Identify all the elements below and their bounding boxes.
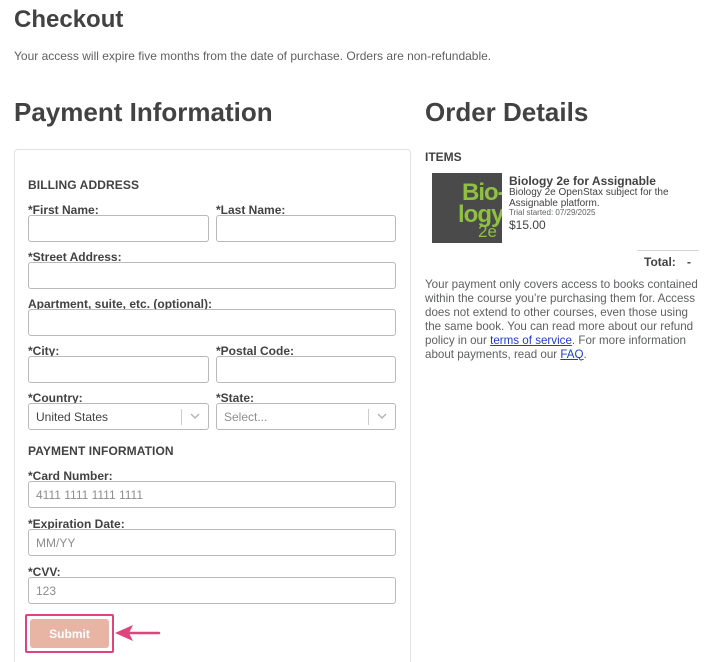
payment-heading: Payment Information <box>14 97 273 127</box>
expiration-date-input[interactable] <box>28 529 396 556</box>
page-subtitle: Your access will expire five months from… <box>14 49 492 63</box>
submit-highlight-box: Submit <box>25 614 114 653</box>
book-cover-text: 2e <box>478 222 497 241</box>
first-name-input[interactable] <box>28 215 209 242</box>
country-select[interactable]: United States <box>28 403 209 430</box>
item-name: Biology 2e for Assignable <box>509 174 656 188</box>
payment-notice: Your payment only covers access to books… <box>425 278 700 361</box>
select-separator <box>181 409 182 425</box>
state-select[interactable]: Select... <box>216 403 396 430</box>
cvv-input[interactable] <box>28 577 396 604</box>
order-heading: Order Details <box>425 97 589 127</box>
item-price: $15.00 <box>509 218 546 232</box>
item-trial-date: Trial started: 07/29/2025 <box>509 208 596 217</box>
total-divider <box>637 250 699 251</box>
select-separator <box>368 409 369 425</box>
state-select-placeholder: Select... <box>224 410 268 424</box>
postal-code-input[interactable] <box>216 356 396 383</box>
billing-address-title: BILLING ADDRESS <box>28 178 140 192</box>
items-title: ITEMS <box>425 150 462 164</box>
faq-link[interactable]: FAQ <box>560 348 583 361</box>
chevron-down-icon[interactable] <box>375 408 389 424</box>
book-cover-image: Bio- logy 2e <box>432 173 502 243</box>
chevron-down-icon[interactable] <box>188 408 202 424</box>
apartment-input[interactable] <box>28 309 396 336</box>
checkout-page: Checkout Your access will expire five mo… <box>0 0 710 662</box>
street-address-input[interactable] <box>28 262 396 289</box>
page-title: Checkout <box>14 6 124 33</box>
total-value: - <box>687 255 691 269</box>
terms-of-service-link[interactable]: terms of service <box>490 334 572 347</box>
city-input[interactable] <box>28 356 209 383</box>
arrow-left-icon <box>115 625 161 641</box>
notice-end: . <box>583 347 587 361</box>
last-name-input[interactable] <box>216 215 396 242</box>
total-label: Total: <box>644 255 676 269</box>
item-description: Biology 2e OpenStax subject for the Assi… <box>509 187 669 209</box>
country-select-value: United States <box>36 410 109 424</box>
submit-button[interactable]: Submit <box>30 619 109 648</box>
payment-information-title: PAYMENT INFORMATION <box>28 444 174 458</box>
card-number-input[interactable] <box>28 481 396 508</box>
